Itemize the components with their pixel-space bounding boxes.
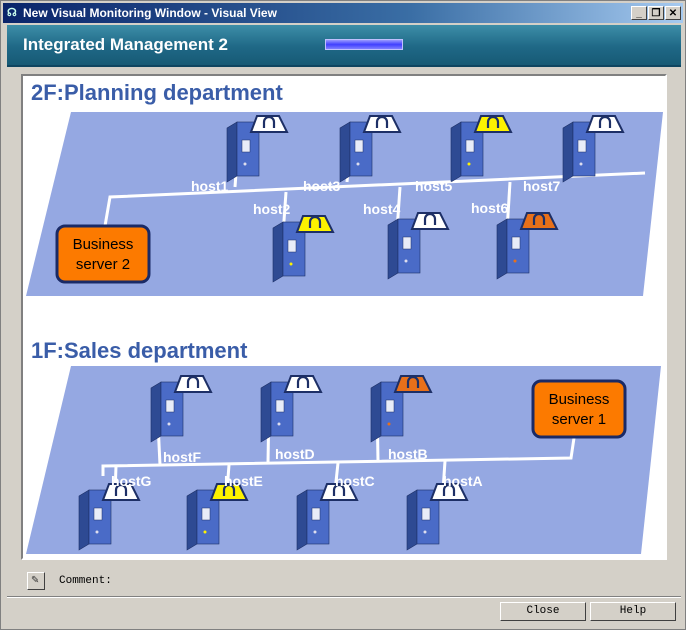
business-server-box: [55, 224, 151, 284]
host-led: [387, 422, 391, 426]
progress-fill: [326, 40, 402, 49]
network-map: 2F:Planning department host1 host2 host3 hos…: [26, 80, 663, 554]
host-label: host4: [363, 201, 401, 217]
host-drive-bay: [311, 507, 321, 521]
host-tower-side: [226, 121, 238, 183]
restore-button[interactable]: ❐: [648, 6, 664, 20]
host-drive-bay: [511, 236, 521, 250]
activity-progress-bar: [325, 39, 403, 50]
host-led: [313, 530, 317, 534]
host-tower-side: [78, 489, 90, 551]
close-button[interactable]: Close: [500, 602, 586, 621]
business-server[interactable]: Business server 2: [55, 224, 151, 284]
host-drive-bay: [165, 399, 175, 413]
host-tower-side: [272, 221, 284, 283]
visual-view-canvas[interactable]: 2F:Planning department host1 host2 host3 hos…: [23, 76, 665, 558]
floor-panel-1: 1F:Sales department hostF hostD hostB hostG h…: [26, 338, 661, 554]
host-tower-side: [150, 381, 162, 443]
host-label: hostD: [275, 446, 315, 462]
app-icon: ☊: [7, 7, 17, 19]
visual-view-canvas-frame: 2F:Planning department host1 host2 host3 hos…: [21, 74, 667, 560]
host-led: [167, 422, 171, 426]
host-label: hostC: [335, 473, 375, 489]
floor-title: 1F:Sales department: [31, 338, 248, 363]
title-bar[interactable]: ☊ New Visual Monitoring Window - Visual …: [3, 3, 683, 23]
help-button[interactable]: Help: [590, 602, 676, 621]
minimize-button[interactable]: _: [631, 6, 647, 20]
host-label: hostA: [443, 473, 483, 489]
host-led: [579, 162, 583, 166]
host-tower-side: [296, 489, 308, 551]
comment-label: Comment:: [59, 575, 112, 587]
host-label: host3: [303, 178, 341, 194]
floor-panel-0: 2F:Planning department host1 host2 host3 hos…: [26, 80, 663, 296]
business-server-box: [531, 379, 627, 439]
edit-comment-button[interactable]: ✎: [27, 572, 45, 590]
host-tower-side: [186, 489, 198, 551]
host-led: [95, 530, 99, 534]
host-drive-bay: [577, 139, 587, 153]
host-led: [513, 259, 517, 263]
host-label: hostB: [388, 446, 428, 462]
business-server-label: Business: [73, 236, 134, 253]
host-led: [277, 422, 281, 426]
host-tower-side: [562, 121, 574, 183]
host-label: hostF: [163, 449, 202, 465]
host-drive-bay: [402, 236, 412, 250]
host-drive-bay: [201, 507, 211, 521]
comment-bar: ✎ Comment:: [21, 567, 667, 593]
host-label: hostG: [111, 473, 152, 489]
host-drive-bay: [465, 139, 475, 153]
host-tower-side: [406, 489, 418, 551]
host-led: [203, 530, 207, 534]
host-led: [356, 162, 360, 166]
visual-monitoring-window: ☊ New Visual Monitoring Window - Visual …: [0, 0, 686, 630]
host-label: host1: [191, 178, 229, 194]
host-tower-side: [496, 218, 508, 280]
host-led: [423, 530, 427, 534]
host-label: hostE: [224, 473, 263, 489]
host-drive-bay: [385, 399, 395, 413]
business-server-label: server 2: [76, 256, 130, 273]
host-drive-bay: [93, 507, 103, 521]
host-tower-side: [370, 381, 382, 443]
host-tower-side: [387, 218, 399, 280]
floor-title: 2F:Planning department: [31, 80, 283, 105]
host-label: host2: [253, 201, 291, 217]
host-drive-bay: [275, 399, 285, 413]
host-label: host5: [415, 178, 453, 194]
host-led: [289, 262, 293, 266]
host-drive-bay: [354, 139, 364, 153]
banner-title: Integrated Management 2: [23, 35, 228, 54]
host-tower-side: [450, 121, 462, 183]
header-banner: Integrated Management 2: [7, 25, 681, 67]
business-server[interactable]: Business server 1: [531, 379, 627, 439]
host-label: host6: [471, 200, 509, 216]
close-window-button[interactable]: ✕: [665, 6, 681, 20]
window-title: New Visual Monitoring Window - Visual Vi…: [23, 6, 277, 20]
host-led: [404, 259, 408, 263]
business-server-label: server 1: [552, 411, 606, 428]
host-tower-side: [339, 121, 351, 183]
host-drive-bay: [241, 139, 251, 153]
host-led: [243, 162, 247, 166]
host-drive-bay: [287, 239, 297, 253]
business-server-label: Business: [549, 391, 610, 408]
footer-separator: [7, 596, 681, 598]
host-drive-bay: [421, 507, 431, 521]
host-label: host7: [523, 178, 561, 194]
comment-edit-icon: ✎: [31, 575, 40, 586]
host-led: [467, 162, 471, 166]
host-tower-side: [260, 381, 272, 443]
